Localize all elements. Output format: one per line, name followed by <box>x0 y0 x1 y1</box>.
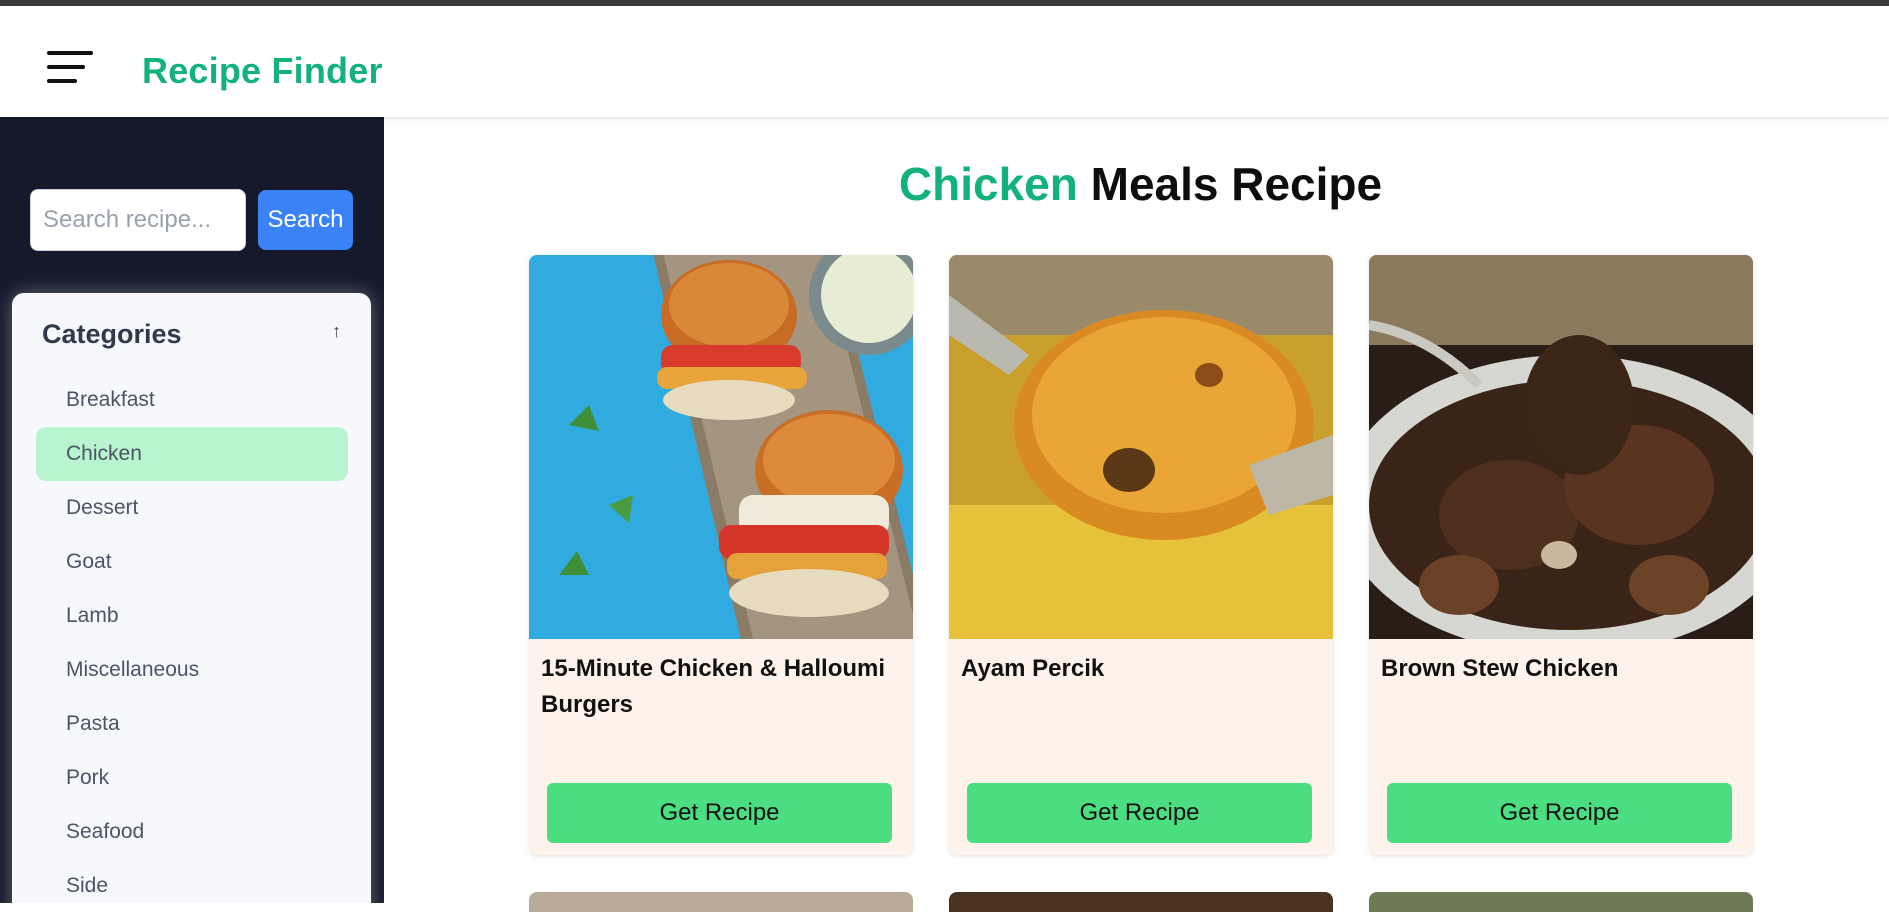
categories-title: Categories <box>42 319 182 349</box>
category-item-lamb[interactable]: Lamb <box>36 589 348 643</box>
recipe-card-partial[interactable] <box>1369 892 1753 912</box>
category-item-breakfast[interactable]: Breakfast <box>36 373 348 427</box>
app-title[interactable]: Recipe Finder <box>142 50 383 92</box>
recipe-card[interactable]: Brown Stew Chicken Get Recipe <box>1369 255 1753 855</box>
main-content: Chicken Meals Recipe 15-Minute Chicken &… <box>384 117 1889 912</box>
search-input[interactable] <box>30 189 246 251</box>
recipe-card[interactable]: 15-Minute Chicken & Halloumi Burgers Get… <box>529 255 913 855</box>
category-item-side[interactable]: Side <box>36 859 348 903</box>
recipe-image-burgers[interactable] <box>529 255 913 639</box>
recipe-card-partial[interactable] <box>529 892 913 912</box>
arrow-up-icon[interactable]: ↑ <box>332 321 341 342</box>
recipe-name: 15-Minute Chicken & Halloumi Burgers <box>541 655 886 718</box>
search-button[interactable]: Search <box>258 190 353 250</box>
sidebar: Search Categories ↑ Breakfast Chicken De… <box>0 117 384 903</box>
recipe-card[interactable]: Ayam Percik Get Recipe <box>949 255 1333 855</box>
page-title: Chicken Meals Recipe <box>384 157 1889 211</box>
get-recipe-button[interactable]: Get Recipe <box>547 783 892 843</box>
category-item-chicken[interactable]: Chicken <box>36 427 348 481</box>
category-item-miscellaneous[interactable]: Miscellaneous <box>36 643 348 697</box>
recipe-image-brown-stew-chicken[interactable] <box>1369 255 1753 639</box>
page-title-accent: Chicken <box>898 158 1078 210</box>
app-header: Recipe Finder <box>0 6 1889 117</box>
category-item-goat[interactable]: Goat <box>36 535 348 589</box>
recipe-card-partial[interactable] <box>949 892 1333 912</box>
page-title-rest: Meals Recipe <box>1090 158 1383 210</box>
category-item-dessert[interactable]: Dessert <box>36 481 348 535</box>
recipe-name: Ayam Percik <box>961 655 1105 682</box>
category-item-pasta[interactable]: Pasta <box>36 697 348 751</box>
hamburger-menu-icon[interactable] <box>47 49 95 85</box>
get-recipe-button[interactable]: Get Recipe <box>967 783 1312 843</box>
recipe-name: Brown Stew Chicken <box>1381 655 1619 682</box>
get-recipe-button[interactable]: Get Recipe <box>1387 783 1732 843</box>
category-item-seafood[interactable]: Seafood <box>36 805 348 859</box>
category-item-pork[interactable]: Pork <box>36 751 348 805</box>
categories-panel: Categories ↑ Breakfast Chicken Dessert G… <box>12 293 371 903</box>
recipe-image-ayam-percik[interactable] <box>949 255 1333 639</box>
category-list: Breakfast Chicken Dessert Goat Lamb Misc… <box>36 373 348 903</box>
